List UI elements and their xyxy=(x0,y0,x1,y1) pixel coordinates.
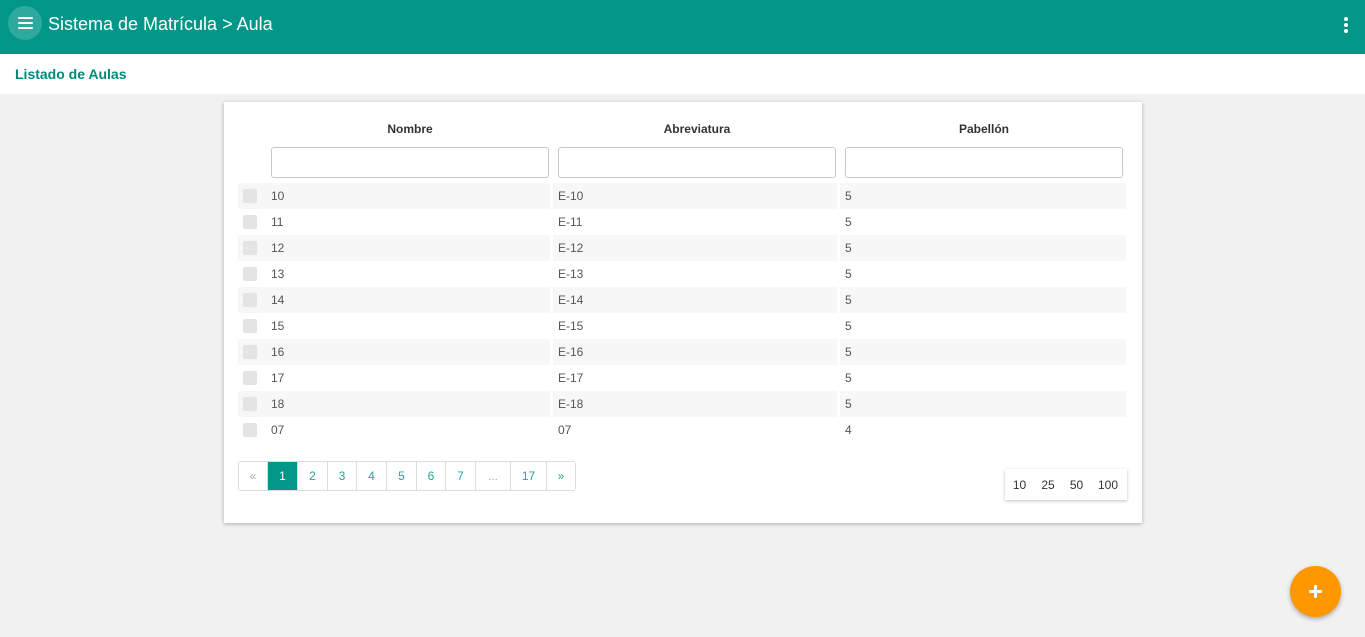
pagination-page[interactable]: 5 xyxy=(387,462,417,490)
cell-pabellon: 5 xyxy=(845,189,852,203)
pagination: « 1 2 3 4 5 6 7 ... 17 » xyxy=(238,461,576,491)
column-divider xyxy=(837,183,840,209)
table-row[interactable]: 17 E-17 5 xyxy=(238,365,1126,391)
cell-pabellon: 4 xyxy=(845,423,852,437)
cell-abreviatura: E-14 xyxy=(558,293,584,307)
table-row[interactable]: 14 E-14 5 xyxy=(238,287,1126,313)
row-checkbox[interactable] xyxy=(243,293,257,307)
row-checkbox[interactable] xyxy=(243,215,257,229)
cell-nombre: 18 xyxy=(271,397,285,411)
cell-nombre: 11 xyxy=(271,215,284,229)
column-header-pabellon[interactable]: Pabellón xyxy=(845,122,1123,138)
page-size-selector: 10 25 50 100 xyxy=(1005,469,1127,500)
row-checkbox[interactable] xyxy=(243,345,257,359)
pagination-next[interactable]: » xyxy=(547,462,575,490)
cell-abreviatura: E-18 xyxy=(558,397,584,411)
pagination-page[interactable]: 6 xyxy=(417,462,446,490)
cell-pabellon: 5 xyxy=(845,293,852,307)
pagination-page[interactable]: 3 xyxy=(328,462,357,490)
pagination-page[interactable]: 17 xyxy=(511,462,547,490)
column-divider xyxy=(837,391,840,417)
table-row[interactable]: 18 E-18 5 xyxy=(238,391,1126,417)
more-vert-icon[interactable] xyxy=(1341,16,1351,34)
pagination-ellipsis: ... xyxy=(476,462,511,490)
row-checkbox[interactable] xyxy=(243,241,257,255)
pagination-prev[interactable]: « xyxy=(239,462,268,490)
page-size-option[interactable]: 100 xyxy=(1091,478,1125,492)
page-size-option[interactable]: 50 xyxy=(1062,478,1091,492)
cell-nombre: 07 xyxy=(271,423,285,437)
page-header: Listado de Aulas xyxy=(0,54,1365,94)
column-divider xyxy=(837,235,840,261)
add-aula-button[interactable] xyxy=(1290,566,1341,617)
cell-abreviatura: E-15 xyxy=(558,319,584,333)
table-row[interactable]: 12 E-12 5 xyxy=(238,235,1126,261)
column-header-abreviatura[interactable]: Abreviatura xyxy=(558,122,836,138)
app-title: Sistema de Matrícula > Aula xyxy=(48,14,273,34)
cell-abreviatura: E-11 xyxy=(558,215,583,229)
column-divider xyxy=(550,339,553,365)
page-size-option[interactable]: 10 xyxy=(1005,478,1034,492)
filter-nombre-input[interactable] xyxy=(271,147,549,178)
row-checkbox[interactable] xyxy=(243,423,257,437)
app-bar: Sistema de Matrícula > Aula xyxy=(0,0,1365,54)
cell-nombre: 13 xyxy=(271,267,285,281)
filter-abreviatura-input[interactable] xyxy=(558,147,836,178)
cell-abreviatura: E-13 xyxy=(558,267,584,281)
cell-abreviatura: E-12 xyxy=(558,241,584,255)
cell-pabellon: 5 xyxy=(845,241,852,255)
cell-abreviatura: 07 xyxy=(558,423,572,437)
table-row[interactable]: 16 E-16 5 xyxy=(238,339,1126,365)
cell-nombre: 15 xyxy=(271,319,285,333)
pagination-page[interactable]: 4 xyxy=(357,462,387,490)
cell-pabellon: 5 xyxy=(845,371,852,385)
cell-nombre: 17 xyxy=(271,371,285,385)
filter-pabellon-input[interactable] xyxy=(845,147,1123,178)
column-divider xyxy=(550,183,553,209)
row-checkbox[interactable] xyxy=(243,189,257,203)
cell-nombre: 12 xyxy=(271,241,285,255)
hamburger-menu-icon xyxy=(17,17,33,29)
cell-pabellon: 5 xyxy=(845,319,852,333)
table-row[interactable]: 07 07 4 xyxy=(238,417,1126,443)
pagination-page[interactable]: 7 xyxy=(446,462,476,490)
page-title: Listado de Aulas xyxy=(15,66,127,82)
row-checkbox[interactable] xyxy=(243,319,257,333)
column-divider xyxy=(837,339,840,365)
pagination-page[interactable]: 2 xyxy=(298,462,328,490)
cell-nombre: 14 xyxy=(271,293,285,307)
cell-abreviatura: E-17 xyxy=(558,371,584,385)
row-checkbox[interactable] xyxy=(243,371,257,385)
cell-pabellon: 5 xyxy=(845,267,852,281)
row-checkbox[interactable] xyxy=(243,397,257,411)
table-row[interactable]: 10 E-10 5 xyxy=(238,183,1126,209)
column-divider xyxy=(550,235,553,261)
cell-pabellon: 5 xyxy=(845,397,852,411)
cell-nombre: 16 xyxy=(271,345,285,359)
column-divider xyxy=(550,287,553,313)
table-row[interactable]: 13 E-13 5 xyxy=(238,261,1126,287)
row-checkbox[interactable] xyxy=(243,267,257,281)
table-row[interactable]: 11 E-11 5 xyxy=(238,209,1126,235)
cell-nombre: 10 xyxy=(271,189,285,203)
column-header-nombre[interactable]: Nombre xyxy=(271,122,549,138)
column-divider xyxy=(550,391,553,417)
cell-pabellon: 5 xyxy=(845,345,852,359)
column-divider xyxy=(837,287,840,313)
data-table-card: Nombre Abreviatura Pabellón 10 E-10 5 11 E-1… xyxy=(224,102,1142,523)
cell-pabellon: 5 xyxy=(845,215,852,229)
menu-button[interactable] xyxy=(8,6,42,40)
page-size-option[interactable]: 25 xyxy=(1034,478,1062,492)
cell-abreviatura: E-10 xyxy=(558,189,584,203)
pagination-page[interactable]: 1 xyxy=(268,462,298,490)
table-row[interactable]: 15 E-15 5 xyxy=(238,313,1126,339)
cell-abreviatura: E-16 xyxy=(558,345,584,359)
